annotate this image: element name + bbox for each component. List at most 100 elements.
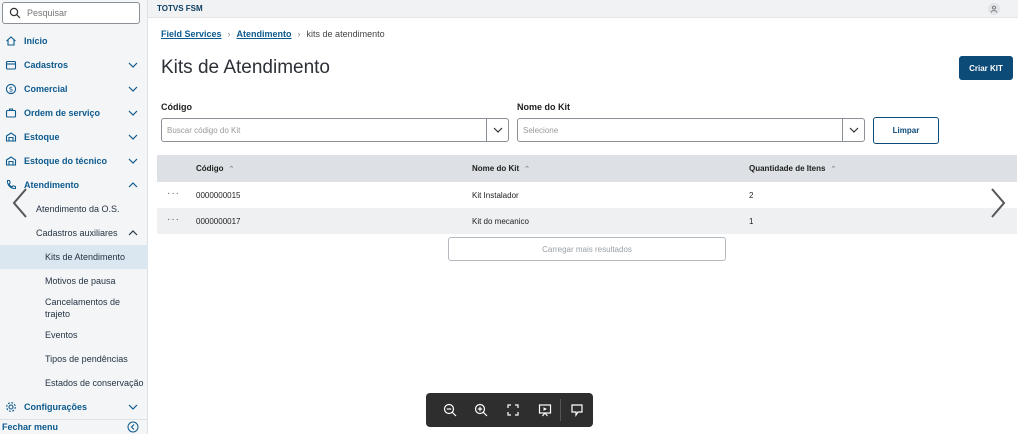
kit-name-placeholder: Selecione xyxy=(523,125,559,135)
chevron-right-icon[interactable] xyxy=(988,186,1008,220)
search-input[interactable] xyxy=(27,8,127,18)
sidebar-subitem-kits-atendimento[interactable]: Kits de Atendimento xyxy=(0,245,148,269)
svg-text:$: $ xyxy=(9,86,13,94)
sidebar-search[interactable] xyxy=(2,2,140,24)
sidebar-item-label: Estoque do técnico xyxy=(24,156,108,166)
table-row[interactable]: ··· 0000000015 Kit Instalador 2 xyxy=(157,182,1017,208)
top-bar: TOTVS FSM xyxy=(148,0,1018,18)
chevron-down-icon xyxy=(128,62,138,68)
close-menu[interactable]: Fechar menu xyxy=(0,419,148,434)
cell-name: Kit Instalador xyxy=(472,191,519,200)
sidebar-item-configuracoes[interactable]: Configurações xyxy=(0,395,148,419)
sort-icon[interactable]: ⌃ xyxy=(830,165,836,173)
warehouse-icon xyxy=(4,130,18,144)
zoom-out-button[interactable] xyxy=(434,393,466,427)
kit-name-select[interactable]: Selecione xyxy=(517,118,865,142)
viewer-toolbar xyxy=(426,393,593,427)
breadcrumb-current: kits de atendimento xyxy=(306,29,385,39)
row-actions-icon[interactable]: ··· xyxy=(167,214,180,225)
table-row[interactable]: ··· 0000000017 Kit do mecanico 1 xyxy=(157,208,1017,234)
briefcase-icon xyxy=(4,106,18,120)
sidebar-subitem-label: Motivos de pausa xyxy=(45,276,116,286)
sidebar-item-estoque-tecnico[interactable]: Estoque do técnico xyxy=(0,149,148,173)
sidebar-subitem-cadastros-auxiliares[interactable]: Cadastros auxiliares xyxy=(0,221,148,245)
sidebar-item-label: Configurações xyxy=(24,402,88,412)
cell-code: 0000000015 xyxy=(196,191,241,200)
chevron-down-icon xyxy=(128,86,138,92)
sidebar-item-ordem-servico[interactable]: Ordem de serviço xyxy=(0,101,148,125)
code-placeholder: Buscar código do Kit xyxy=(167,125,241,135)
zoom-in-button[interactable] xyxy=(466,393,498,427)
column-header-label: Nome do Kit xyxy=(472,164,520,173)
folder-icon xyxy=(4,58,18,72)
sidebar-subitem-estados-conservacao[interactable]: Estados de conservação xyxy=(0,371,148,395)
sidebar-item-label: Cadastros xyxy=(24,60,69,70)
sidebar-subitem-label: Cadastros auxiliares xyxy=(36,228,118,238)
sidebar-item-estoque[interactable]: Estoque xyxy=(0,125,148,149)
home-icon xyxy=(4,34,18,48)
zoom-out-icon xyxy=(443,403,457,417)
present-button[interactable] xyxy=(529,393,561,427)
sidebar-item-label: Ordem de serviço xyxy=(24,108,101,118)
comment-button[interactable] xyxy=(561,393,593,427)
chevron-down-icon xyxy=(128,158,138,164)
chevron-left-icon[interactable] xyxy=(10,186,30,220)
sidebar-subitem-eventos[interactable]: Eventos xyxy=(0,323,148,347)
collapse-icon[interactable] xyxy=(127,421,139,433)
code-select[interactable]: Buscar código do Kit xyxy=(161,118,509,142)
sidebar-subitem-cancelamentos[interactable]: Cancelamentos de trajeto xyxy=(0,293,148,323)
warehouse-icon xyxy=(4,154,18,168)
page-title: Kits de Atendimento xyxy=(161,57,330,78)
sidebar-item-comercial[interactable]: $ Comercial xyxy=(0,77,148,101)
sidebar-item-cadastros[interactable]: Cadastros xyxy=(0,53,148,77)
sidebar-subitem-motivos-pausa[interactable]: Motivos de pausa xyxy=(0,269,148,293)
cell-quantity: 1 xyxy=(749,217,754,226)
presentation-icon xyxy=(538,404,551,417)
breadcrumb-field-services[interactable]: Field Services xyxy=(161,29,222,39)
breadcrumb: Field Services › Atendimento › kits de a… xyxy=(161,29,385,39)
user-icon xyxy=(990,5,998,13)
column-header-label: Código xyxy=(196,164,224,173)
chevron-up-icon xyxy=(128,230,138,236)
column-header-code[interactable]: Código ⌃ xyxy=(196,164,234,173)
fullscreen-icon xyxy=(507,404,519,416)
cell-code: 0000000017 xyxy=(196,217,241,226)
search-icon xyxy=(9,7,21,19)
sidebar-item-label: Estoque xyxy=(24,132,60,142)
table-header: Código ⌃ Nome do Kit ⌃ Quantidade de Itens… xyxy=(157,155,1017,182)
chevron-down-icon[interactable] xyxy=(486,119,508,141)
close-menu-label: Fechar menu xyxy=(2,422,59,432)
code-label: Código xyxy=(161,102,192,112)
zoom-in-icon xyxy=(475,403,488,417)
comment-icon xyxy=(571,404,583,417)
chevron-down-icon xyxy=(128,110,138,116)
sidebar-item-label: Início xyxy=(24,36,48,46)
column-header-label: Quantidade de Itens xyxy=(749,164,826,173)
sidebar-subitem-label: Atendimento da O.S. xyxy=(36,204,120,214)
sidebar-item-inicio[interactable]: Início xyxy=(0,29,148,53)
sort-icon[interactable]: ⌃ xyxy=(524,165,530,173)
chevron-down-icon xyxy=(128,134,138,140)
column-header-name[interactable]: Nome do Kit ⌃ xyxy=(472,164,530,173)
create-kit-button[interactable]: Criar KIT xyxy=(959,56,1013,80)
sidebar-subitem-tipos-pendencias[interactable]: Tipos de pendências xyxy=(0,347,148,371)
sidebar-subitem-label: Tipos de pendências xyxy=(45,354,128,364)
fullscreen-button[interactable] xyxy=(497,393,529,427)
column-header-quantity[interactable]: Quantidade de Itens ⌃ xyxy=(749,164,836,173)
clear-button[interactable]: Limpar xyxy=(873,117,939,144)
breadcrumb-atendimento[interactable]: Atendimento xyxy=(237,29,292,39)
chevron-right-icon: › xyxy=(227,29,231,39)
gear-icon xyxy=(4,400,18,414)
sidebar-subitem-label: Estados de conservação xyxy=(45,378,144,388)
sidebar-subitem-label: Kits de Atendimento xyxy=(45,252,126,262)
row-actions-icon[interactable]: ··· xyxy=(167,188,180,199)
kits-table: Código ⌃ Nome do Kit ⌃ Quantidade de Itens… xyxy=(157,155,1017,234)
sidebar-nav: Início Cadastros $ Comercial Ordem de se… xyxy=(0,29,148,419)
chevron-down-icon[interactable] xyxy=(842,119,864,141)
cell-quantity: 2 xyxy=(749,191,754,200)
user-avatar[interactable] xyxy=(988,3,1000,15)
app-name: TOTVS FSM xyxy=(157,4,203,13)
sort-icon[interactable]: ⌃ xyxy=(229,165,235,173)
sidebar-item-label: Comercial xyxy=(24,84,68,94)
load-more-button[interactable]: Carregar mais resultados xyxy=(448,237,726,261)
